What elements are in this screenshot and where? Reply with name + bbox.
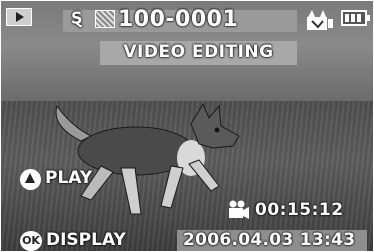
camera-lcd-screen: Ȿ 100-0001 VIDEO EDITING PLAY 00:15:12 O… (1, 1, 373, 251)
playback-frame-icon (6, 8, 32, 26)
dog-photo-subject (55, 102, 240, 215)
edit-movie-icon (307, 10, 333, 30)
play-label: PLAY (45, 168, 93, 188)
memory-card-icon: Ȿ (71, 8, 83, 27)
recording-datetime: 2006.04.03 13:43 (183, 230, 356, 250)
ok-button-icon[interactable]: OK (20, 231, 42, 251)
display-label: DISPLAY (46, 230, 126, 250)
up-arrow-button-icon[interactable] (20, 169, 41, 190)
image-thumbnail-icon (95, 10, 115, 28)
movie-camera-icon (229, 200, 249, 219)
file-number: 100-0001 (118, 7, 239, 32)
movie-duration: 00:15:12 (255, 200, 344, 220)
battery-full-icon (341, 10, 370, 26)
mode-title: VIDEO EDITING (123, 42, 274, 62)
